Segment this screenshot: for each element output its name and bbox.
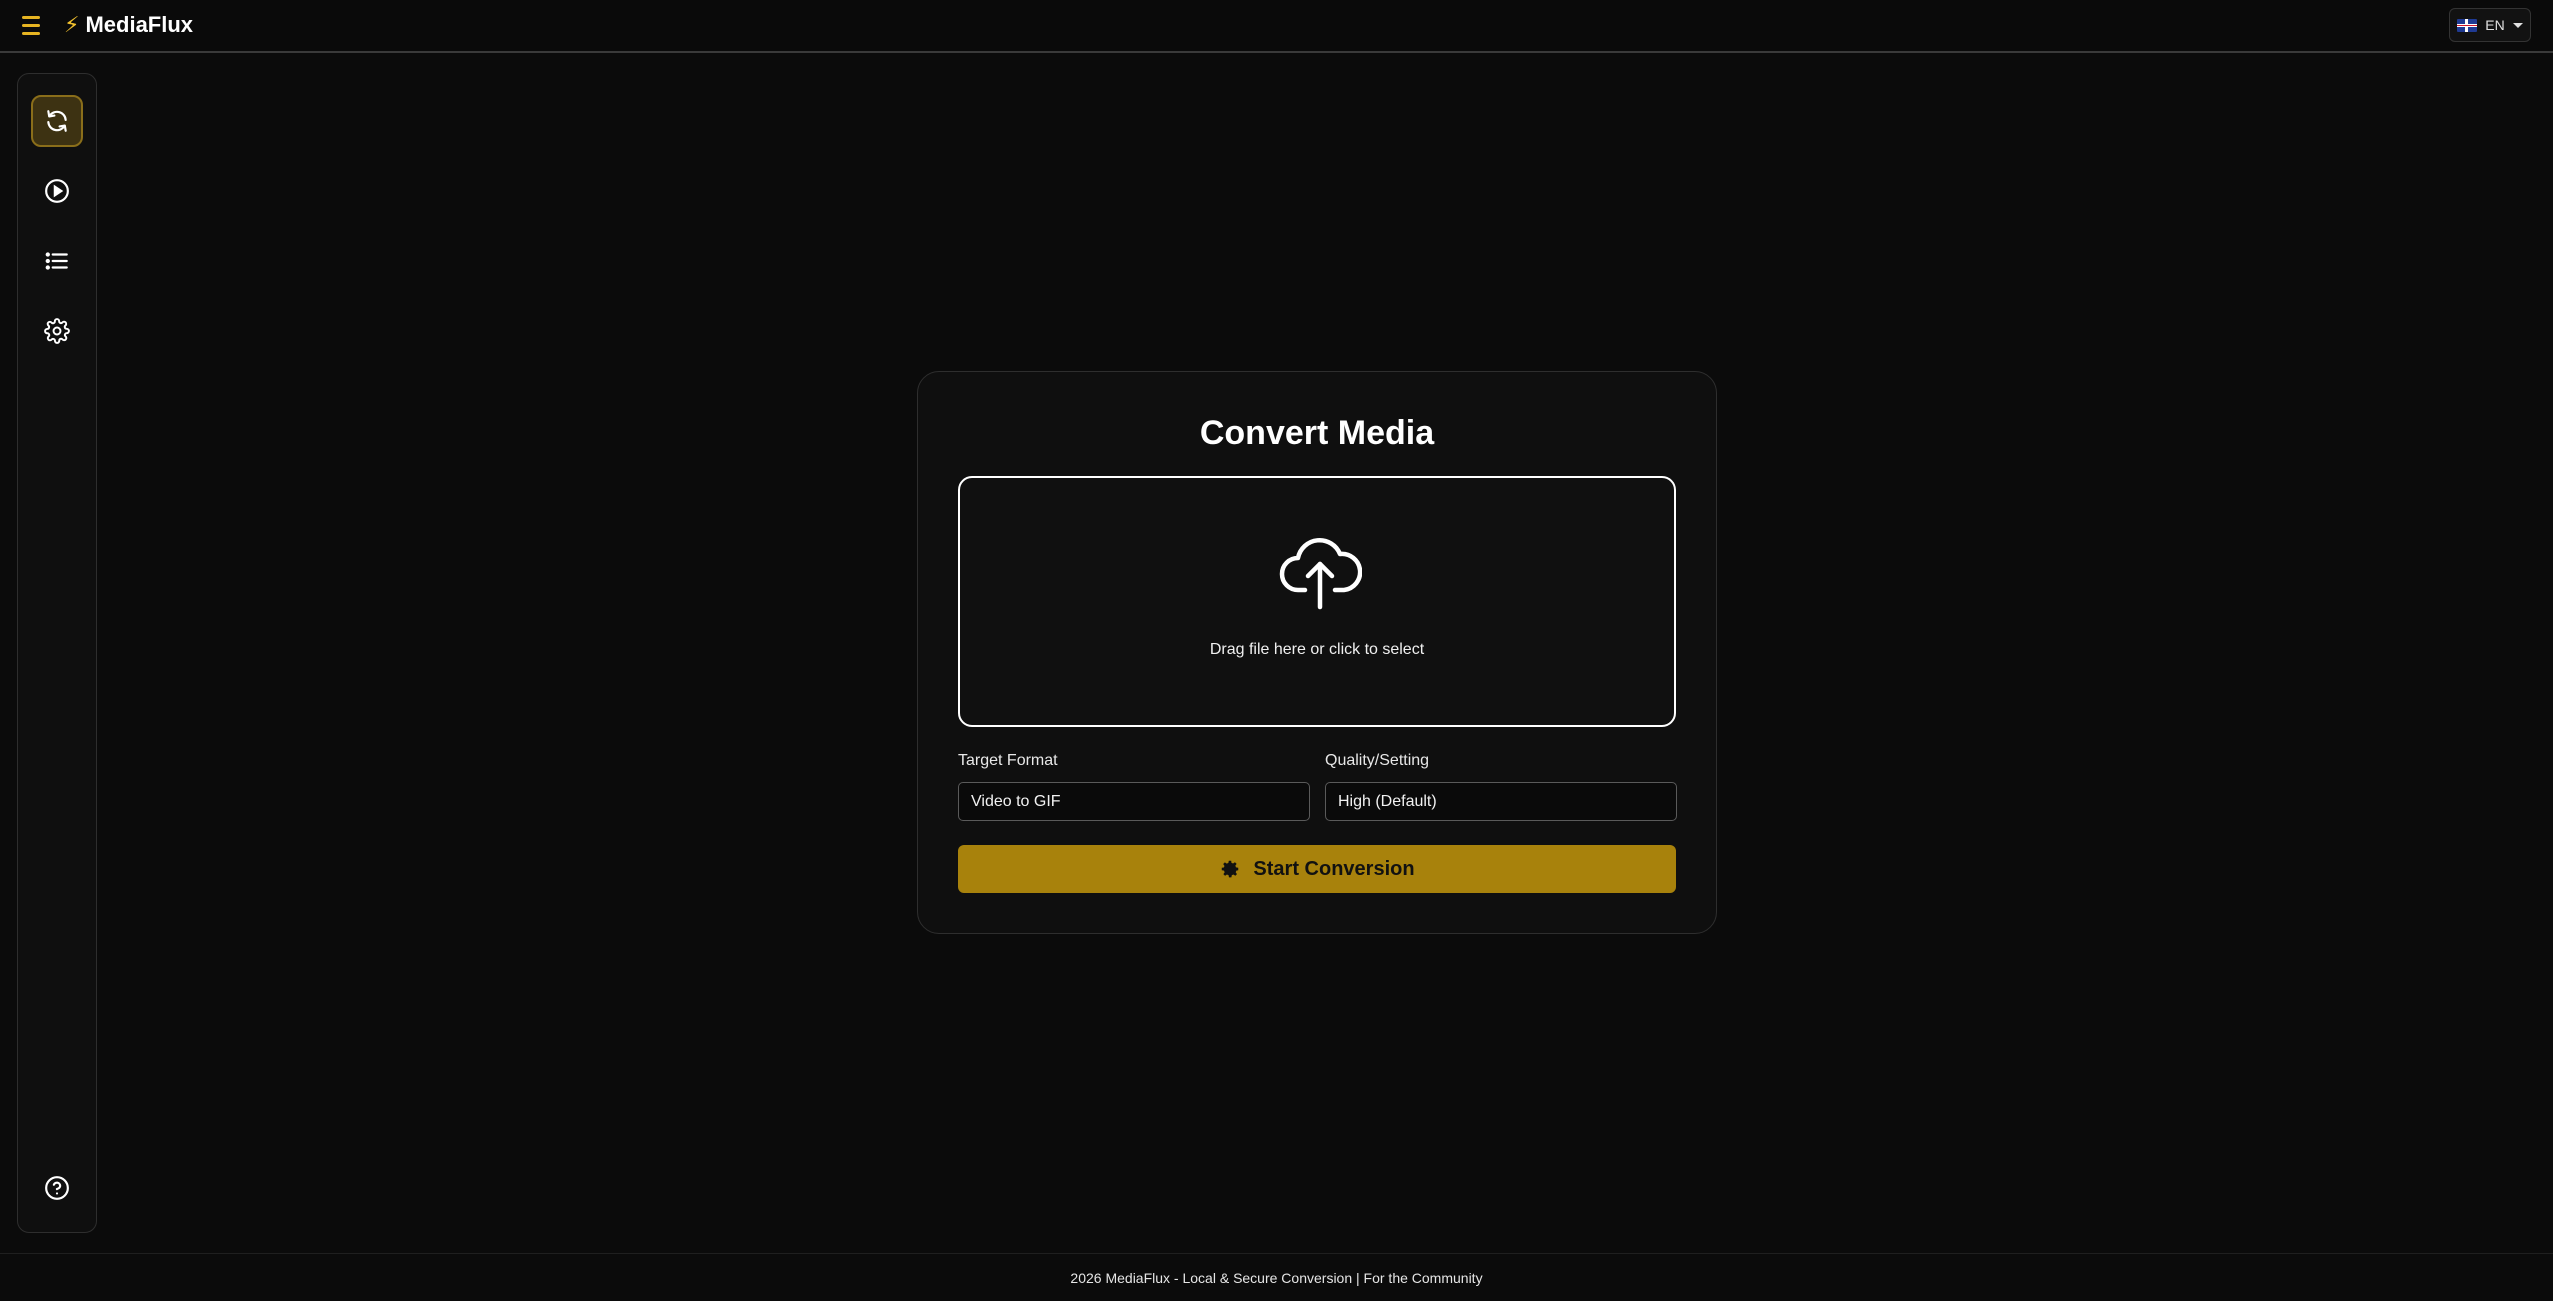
footer-text: 2026 MediaFlux - Local & Secure Conversi… (1070, 1269, 1483, 1286)
sidebar-item-help[interactable] (31, 1162, 83, 1214)
quality-label: Quality/Setting (1325, 752, 1430, 769)
help-icon (45, 1176, 69, 1200)
sidebar-item-settings[interactable] (31, 305, 83, 357)
brand-logo[interactable]: ⚡ MediaFlux (64, 12, 193, 38)
sidebar-item-list[interactable] (31, 235, 83, 287)
gear-icon (44, 318, 70, 344)
sidebar-item-play[interactable] (31, 165, 83, 217)
sidebar (17, 73, 97, 1233)
start-conversion-button[interactable]: Start Conversion (958, 845, 1676, 893)
top-navbar: ⚡ MediaFlux EN (0, 0, 2553, 53)
list-icon (45, 252, 68, 270)
sidebar-item-convert[interactable] (31, 95, 83, 147)
lightning-bolt-icon: ⚡ (64, 12, 80, 37)
hamburger-menu-icon[interactable] (22, 13, 46, 37)
brand-name: MediaFlux (85, 12, 194, 37)
convert-icon (47, 110, 67, 132)
file-dropzone[interactable]: Drag file here or click to select (958, 476, 1676, 727)
uk-flag-icon (2457, 18, 2478, 32)
footer: 2026 MediaFlux - Local & Secure Conversi… (0, 1253, 2553, 1301)
play-icon (45, 179, 69, 203)
target-format-label: Target Format (958, 752, 1058, 769)
dropzone-text: Drag file here or click to select (1209, 641, 1425, 658)
language-selector[interactable]: EN (2449, 8, 2531, 42)
quality-select[interactable]: High (Default) (1325, 782, 1677, 821)
target-format-select[interactable]: Video to GIF (958, 782, 1310, 821)
start-conversion-label: Start Conversion (1253, 857, 1415, 880)
cloud-upload-icon (1279, 537, 1362, 610)
caret-down-icon (2512, 22, 2523, 28)
convert-card: Convert Media Drag file here or click to… (917, 371, 1717, 934)
page-title: Convert Media (1199, 414, 1435, 452)
language-label: EN (2485, 17, 2505, 33)
gear-icon (1222, 860, 1239, 878)
